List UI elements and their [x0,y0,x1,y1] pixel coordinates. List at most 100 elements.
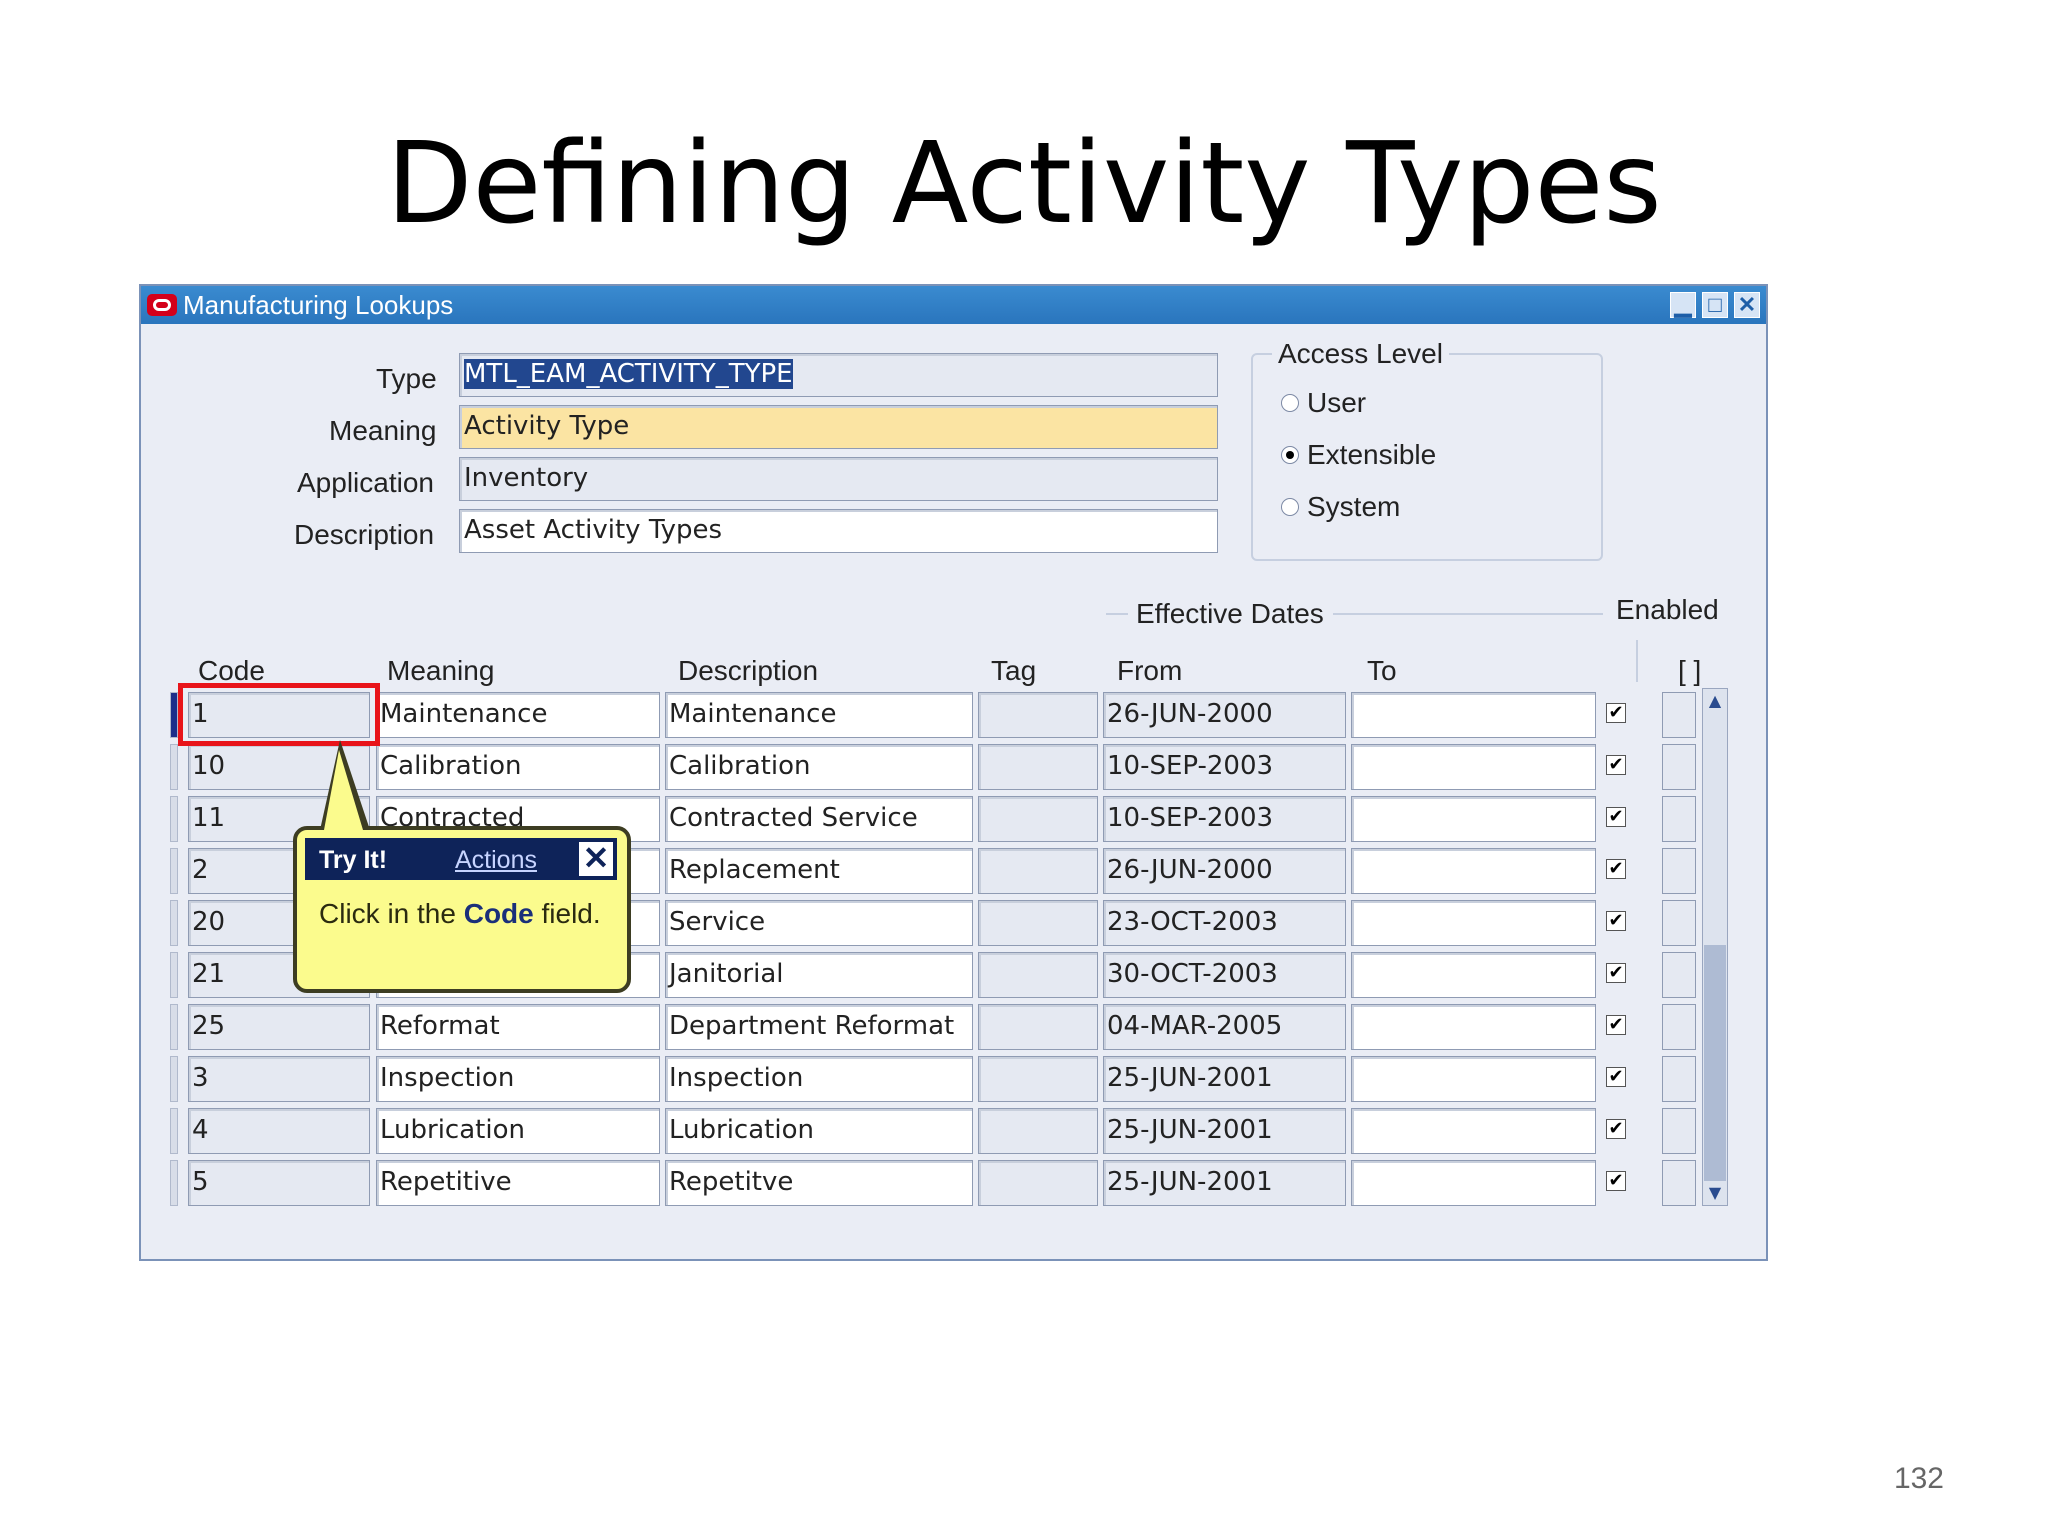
dff-cell[interactable] [1662,1160,1696,1206]
dff-cell[interactable] [1662,796,1696,842]
from-cell[interactable]: 30-OCT-2003 [1103,952,1346,998]
dff-cell[interactable] [1662,1056,1696,1102]
meaning-cell[interactable]: Inspection [376,1056,660,1102]
row-indicator[interactable] [170,692,178,738]
try-it-tooltip: Try It! Actions ✕ Click in the Code fiel… [293,826,631,993]
from-cell[interactable]: 25-JUN-2001 [1103,1160,1346,1206]
tag-cell[interactable] [978,744,1098,790]
description-cell[interactable]: Replacement [665,848,973,894]
scroll-up-icon[interactable]: ▲ [1703,689,1727,713]
meaning-field[interactable]: Activity Type [459,405,1218,449]
row-indicator[interactable] [170,1108,178,1154]
to-cell[interactable] [1351,1160,1596,1206]
row-indicator[interactable] [170,900,178,946]
checkbox-checked-icon[interactable]: ✔ [1606,1119,1626,1139]
description-cell[interactable]: Lubrication [665,1108,973,1154]
code-cell[interactable]: 4 [188,1108,370,1154]
dff-cell[interactable] [1662,900,1696,946]
to-cell[interactable] [1351,692,1596,738]
checkbox-checked-icon[interactable]: ✔ [1606,755,1626,775]
scroll-thumb[interactable] [1704,945,1726,1181]
radio-system[interactable]: System [1281,491,1400,523]
tag-cell[interactable] [978,1004,1098,1050]
to-cell[interactable] [1351,952,1596,998]
to-cell[interactable] [1351,796,1596,842]
tag-cell[interactable] [978,1108,1098,1154]
row-indicator[interactable] [170,1004,178,1050]
from-cell[interactable]: 25-JUN-2001 [1103,1056,1346,1102]
description-cell[interactable]: Calibration [665,744,973,790]
from-cell[interactable]: 25-JUN-2001 [1103,1108,1346,1154]
tooltip-close-icon[interactable]: ✕ [577,840,615,878]
from-cell[interactable]: 10-SEP-2003 [1103,744,1346,790]
row-indicator[interactable] [170,848,178,894]
meaning-cell[interactable]: Lubrication [376,1108,660,1154]
code-cell[interactable]: 5 [188,1160,370,1206]
description-cell[interactable]: Department Reformat [665,1004,973,1050]
tag-cell[interactable] [978,1056,1098,1102]
description-cell[interactable]: Inspection [665,1056,973,1102]
to-cell[interactable] [1351,744,1596,790]
checkbox-checked-icon[interactable]: ✔ [1606,1067,1626,1087]
scroll-down-icon[interactable]: ▼ [1703,1181,1727,1205]
from-cell[interactable]: 10-SEP-2003 [1103,796,1346,842]
row-indicator[interactable] [170,1160,178,1206]
dff-cell[interactable] [1662,692,1696,738]
code-cell[interactable]: 25 [188,1004,370,1050]
row-indicator[interactable] [170,952,178,998]
checkbox-checked-icon[interactable]: ✔ [1606,1171,1626,1191]
description-cell[interactable]: Janitorial [665,952,973,998]
checkbox-checked-icon[interactable]: ✔ [1606,807,1626,827]
from-cell[interactable]: 26-JUN-2000 [1103,692,1346,738]
row-indicator[interactable] [170,744,178,790]
checkbox-checked-icon[interactable]: ✔ [1606,859,1626,879]
description-field[interactable]: Asset Activity Types [459,509,1218,553]
meaning-cell[interactable]: Maintenance [376,692,660,738]
window-titlebar[interactable]: Manufacturing Lookups ▁ □ ✕ [141,286,1766,324]
description-cell[interactable]: Contracted Service [665,796,973,842]
tag-cell[interactable] [978,900,1098,946]
to-cell[interactable] [1351,1004,1596,1050]
vertical-scrollbar[interactable]: ▲ ▼ [1702,688,1728,1206]
from-cell[interactable]: 26-JUN-2000 [1103,848,1346,894]
dff-cell[interactable] [1662,1004,1696,1050]
meaning-cell[interactable]: Calibration [376,744,660,790]
description-cell[interactable]: Service [665,900,973,946]
tag-cell[interactable] [978,692,1098,738]
tag-cell[interactable] [978,796,1098,842]
dff-cell[interactable] [1662,1108,1696,1154]
to-cell[interactable] [1351,848,1596,894]
type-field[interactable]: MTL_EAM_ACTIVITY_TYPE [459,353,1218,397]
dff-label: [ ] [1678,655,1702,686]
to-cell[interactable] [1351,1056,1596,1102]
meaning-cell[interactable]: Reformat [376,1004,660,1050]
dff-cell[interactable] [1662,952,1696,998]
tag-cell[interactable] [978,1160,1098,1206]
to-cell[interactable] [1351,1108,1596,1154]
dff-cell[interactable] [1662,848,1696,894]
row-indicator[interactable] [170,1056,178,1102]
checkbox-checked-icon[interactable]: ✔ [1606,911,1626,931]
tag-cell[interactable] [978,848,1098,894]
meaning-cell[interactable]: Repetitive [376,1160,660,1206]
from-cell[interactable]: 23-OCT-2003 [1103,900,1346,946]
checkbox-checked-icon[interactable]: ✔ [1606,1015,1626,1035]
row-indicator[interactable] [170,796,178,842]
minimize-button[interactable]: ▁ [1670,292,1696,318]
application-field[interactable]: Inventory [459,457,1218,501]
radio-user[interactable]: User [1281,387,1366,419]
tag-cell[interactable] [978,952,1098,998]
description-cell[interactable]: Repetitve [665,1160,973,1206]
checkbox-checked-icon[interactable]: ✔ [1606,703,1626,723]
from-cell[interactable]: 04-MAR-2005 [1103,1004,1346,1050]
radio-extensible[interactable]: Extensible [1281,439,1436,471]
to-cell[interactable] [1351,900,1596,946]
description-cell[interactable]: Maintenance [665,692,973,738]
code-cell[interactable]: 3 [188,1056,370,1102]
close-button[interactable]: ✕ [1734,292,1760,318]
tooltip-actions-link[interactable]: Actions [455,846,537,875]
tooltip-title: Try It! [319,846,388,874]
maximize-button[interactable]: □ [1702,292,1728,318]
checkbox-checked-icon[interactable]: ✔ [1606,963,1626,983]
dff-cell[interactable] [1662,744,1696,790]
